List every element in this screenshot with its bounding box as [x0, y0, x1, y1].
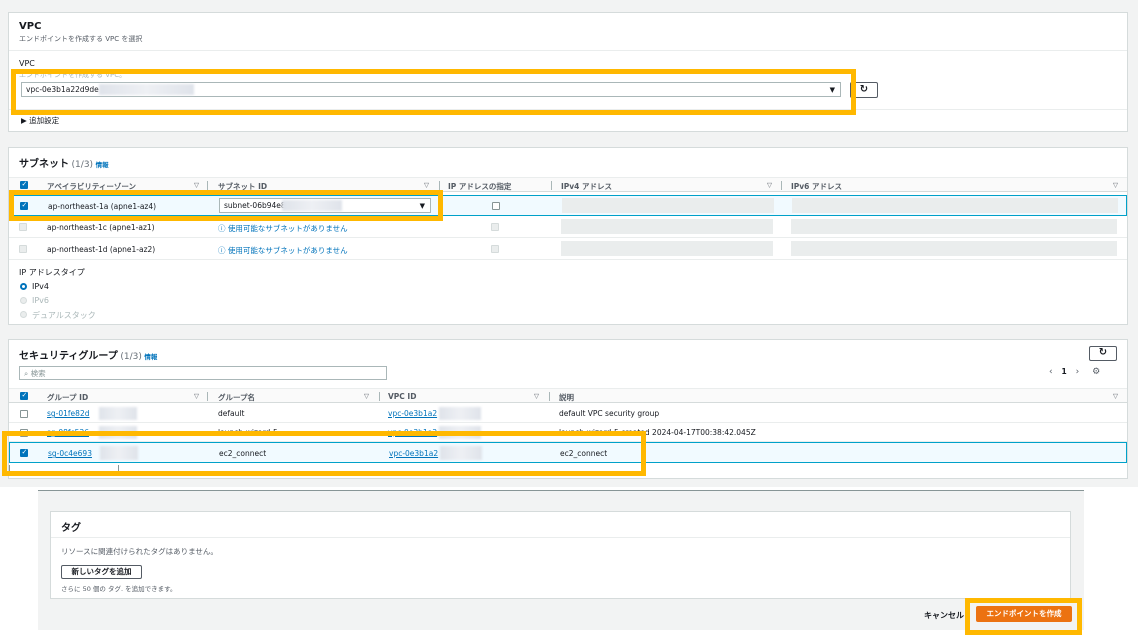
- no-subnet-notice: ⓘ 使用可能なサブネットがありません: [218, 246, 348, 255]
- row-checkbox[interactable]: [20, 410, 28, 418]
- sg-search-input[interactable]: ⌕ 検索: [19, 366, 387, 380]
- sort-icon[interactable]: ▽: [534, 392, 539, 400]
- dualstack-radio: [20, 311, 27, 318]
- caret-right-icon: ▶: [21, 116, 27, 125]
- ip-assign-checkbox: [491, 223, 499, 231]
- gear-icon[interactable]: ⚙: [1092, 367, 1100, 377]
- vpc-panel-subtitle: エンドポイントを作成する VPC を選択: [19, 35, 143, 43]
- vpc-panel-title: VPC: [19, 21, 42, 32]
- sort-icon[interactable]: ▽: [1113, 181, 1118, 189]
- sg-panel-header: セキュリティグループ (1/3) 情報: [19, 351, 158, 362]
- pagination: ‹ 1 › ⚙: [1049, 367, 1100, 377]
- ipv6-address-field: [791, 219, 1117, 234]
- sg-row[interactable]: sg-01fe82d default vpc-0e3b1a2 default V…: [9, 404, 1127, 423]
- ipv6-radio: [20, 297, 27, 304]
- ipv4-address-field: [561, 241, 773, 256]
- sort-icon[interactable]: ▽: [194, 392, 199, 400]
- divider: [9, 50, 1127, 51]
- highlight-vpc-select: [11, 69, 856, 115]
- highlight-sg-row: [2, 431, 646, 476]
- subnet-panel-header: サブネット (1/3) 情報: [19, 159, 109, 170]
- search-icon: ⌕: [24, 369, 29, 378]
- no-subnet-notice: ⓘ 使用可能なサブネットがありません: [218, 224, 348, 233]
- redacted-vpc-id: [439, 407, 481, 420]
- cancel-button[interactable]: キャンセル: [924, 610, 964, 621]
- select-all-checkbox[interactable]: [20, 180, 28, 189]
- vpc-id-link[interactable]: vpc-0e3b1a2: [388, 409, 437, 418]
- advanced-settings-toggle[interactable]: ▶ 追加設定: [21, 115, 59, 126]
- ip-assign-checkbox: [491, 245, 499, 253]
- highlight-subnet-row: [9, 190, 443, 221]
- page-number[interactable]: 1: [1061, 367, 1066, 376]
- next-page-icon[interactable]: ›: [1076, 367, 1080, 377]
- refresh-icon: ↻: [1098, 347, 1108, 358]
- prev-page-icon[interactable]: ‹: [1049, 367, 1053, 377]
- redacted-sg-id: [99, 407, 137, 420]
- highlight-create-button: [965, 598, 1082, 635]
- ip-assign-checkbox[interactable]: [492, 202, 500, 210]
- tags-panel: タグ リソースに関連付けられたタグはありません。 新しいタグを追加 さらに 50…: [50, 511, 1071, 599]
- info-circle-icon: ⓘ: [218, 246, 226, 255]
- row-checkbox: [19, 245, 27, 253]
- ipv6-address-field: [792, 198, 1118, 213]
- sort-icon[interactable]: ▽: [767, 181, 772, 189]
- ipv4-address-field: [562, 198, 774, 213]
- row-checkbox: [19, 223, 27, 231]
- tags-panel-title: タグ: [61, 523, 81, 534]
- subnet-row: ap-northeast-1d (apne1-az2) ⓘ 使用可能なサブネット…: [9, 239, 1127, 260]
- search-placeholder: 検索: [30, 369, 46, 378]
- vpc-field-label: VPC: [19, 59, 35, 68]
- add-tag-button[interactable]: 新しいタグを追加: [61, 565, 142, 579]
- refresh-icon: ↻: [859, 84, 869, 95]
- divider: [51, 537, 1070, 538]
- ip-type-label: IP アドレスタイプ: [19, 268, 85, 277]
- ipv6-address-field: [791, 241, 1117, 256]
- sort-icon[interactable]: ▽: [364, 392, 369, 400]
- subnet-panel: サブネット (1/3) 情報 アベイラビリティーゾーン ▽ サブネット ID ▽…: [8, 147, 1128, 325]
- sg-table-header: グループ ID ▽ グループ名 ▽ VPC ID ▽ 説明 ▽: [9, 388, 1127, 403]
- sg-id-link[interactable]: sg-01fe82d: [47, 409, 89, 418]
- info-circle-icon: ⓘ: [218, 224, 226, 233]
- sort-icon[interactable]: ▽: [194, 181, 199, 189]
- info-link[interactable]: 情報: [144, 353, 157, 361]
- select-all-checkbox[interactable]: [20, 391, 28, 400]
- no-tags-text: リソースに関連付けられたタグはありません。: [61, 547, 218, 556]
- sort-icon[interactable]: ▽: [1113, 392, 1118, 400]
- ipv4-address-field: [561, 219, 773, 234]
- info-link[interactable]: 情報: [96, 161, 109, 169]
- sort-icon[interactable]: ▽: [424, 181, 429, 189]
- ipv4-radio[interactable]: [20, 283, 27, 290]
- refresh-sg-button[interactable]: ↻: [1089, 346, 1117, 361]
- tag-limit-text: さらに 50 個の タグ. を追加できます。: [61, 585, 177, 593]
